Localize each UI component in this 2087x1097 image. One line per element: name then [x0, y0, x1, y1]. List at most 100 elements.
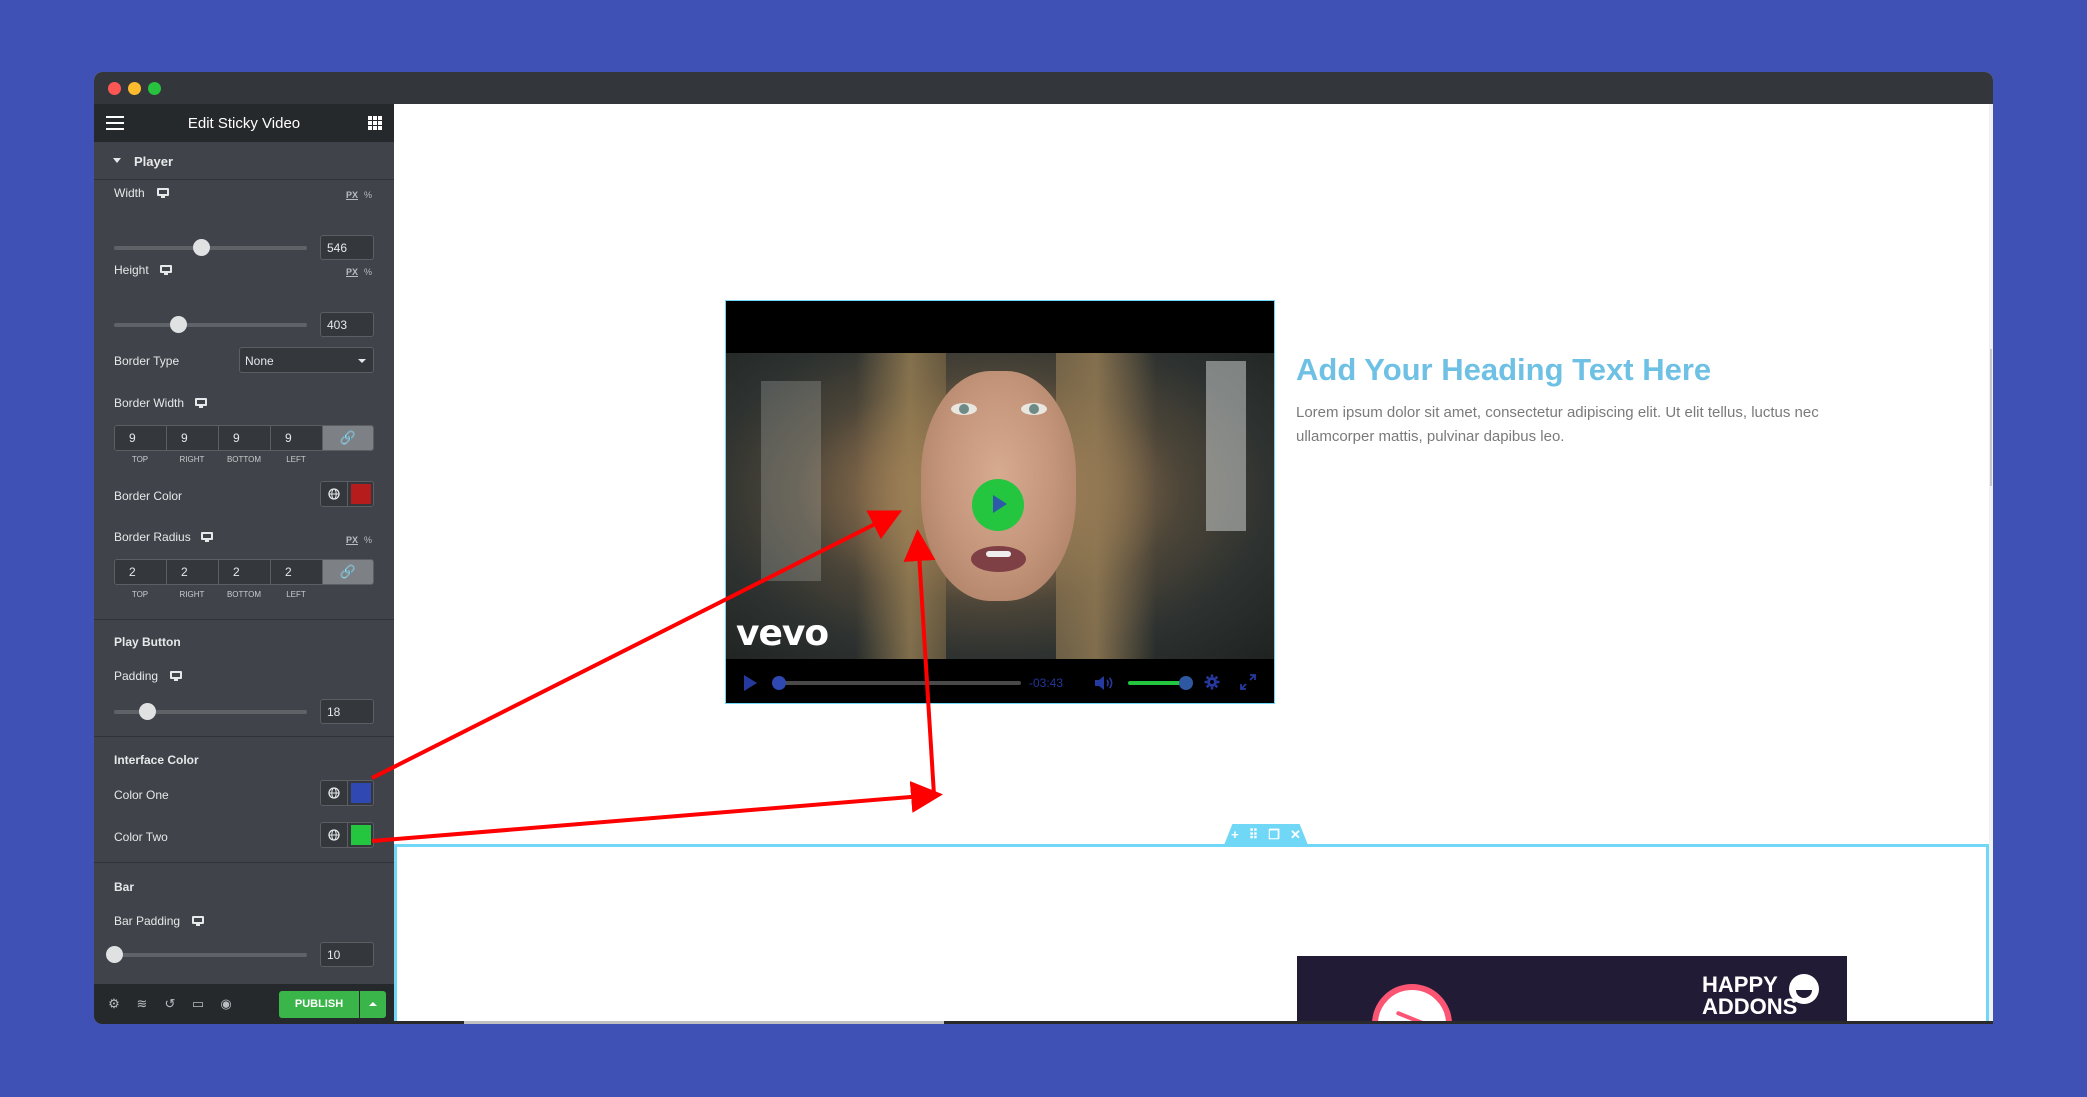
- unit-px[interactable]: PX: [346, 267, 358, 277]
- border-width-left[interactable]: 9: [271, 426, 323, 450]
- border-radius-top[interactable]: 2: [115, 560, 167, 584]
- settings-icon[interactable]: [1204, 674, 1220, 690]
- section-toggle-player[interactable]: Player: [94, 142, 394, 180]
- border-width-right[interactable]: 9: [167, 426, 219, 450]
- slider-thumb[interactable]: [192, 239, 210, 256]
- delete-section-icon[interactable]: ✕: [1290, 824, 1301, 845]
- unit-percent[interactable]: %: [364, 267, 372, 277]
- play-icon: [993, 495, 1007, 513]
- unit-percent[interactable]: %: [364, 190, 372, 200]
- border-width-dimensions: 9 9 9 9 🔗: [114, 425, 374, 451]
- play-padding-slider[interactable]: [114, 703, 307, 720]
- caret-down-icon: [113, 158, 121, 163]
- border-radius-side-labels: TOP RIGHT BOTTOM LEFT: [114, 590, 322, 599]
- responsive-desktop-icon[interactable]: [170, 671, 182, 681]
- volume-icon[interactable]: [1094, 675, 1114, 691]
- heading-widget[interactable]: Add Your Heading Text Here: [1296, 352, 1711, 388]
- width-units[interactable]: PX%: [346, 190, 372, 200]
- global-colors-icon[interactable]: [321, 482, 348, 506]
- height-slider[interactable]: [114, 316, 307, 333]
- video-subject-detail: [951, 403, 977, 415]
- fullscreen-icon[interactable]: [1240, 674, 1256, 690]
- big-play-button[interactable]: [972, 479, 1024, 531]
- color-one-label: Color One: [114, 788, 169, 802]
- border-width-bottom[interactable]: 9: [219, 426, 271, 450]
- color-one-swatch[interactable]: [348, 781, 373, 805]
- slider-thumb[interactable]: [169, 316, 187, 333]
- drag-section-icon[interactable]: ⠿: [1249, 824, 1259, 845]
- section-handle: + ⠿ ❐ ✕: [1224, 824, 1308, 845]
- clock-illustration: [1372, 984, 1452, 1024]
- volume-slider[interactable]: [1128, 676, 1193, 690]
- link-values-icon[interactable]: 🔗: [323, 560, 373, 584]
- minimize-window-button[interactable]: [128, 82, 141, 95]
- grid-icon[interactable]: [368, 116, 382, 130]
- bar-padding-slider[interactable]: [106, 946, 307, 963]
- sticky-video-widget[interactable]: vevo -03:43: [725, 300, 1275, 704]
- horizontal-scrollbar[interactable]: [394, 1021, 1993, 1024]
- border-type-label: Border Type: [114, 354, 180, 368]
- link-values-icon[interactable]: 🔗: [323, 426, 373, 450]
- vertical-scrollbar[interactable]: [1989, 104, 1993, 1024]
- padding-label: Padding: [114, 669, 159, 683]
- sidebar-header: Edit Sticky Video: [94, 104, 394, 142]
- border-color-swatch[interactable]: [348, 482, 373, 506]
- history-icon[interactable]: ↺: [162, 996, 178, 1012]
- play-button-heading: Play Button: [114, 635, 181, 649]
- progress-thumb[interactable]: [772, 676, 786, 690]
- width-input[interactable]: 546: [320, 235, 374, 260]
- color-two-control: [320, 822, 374, 848]
- responsive-icon[interactable]: ▭: [190, 996, 206, 1012]
- slider-thumb[interactable]: [106, 946, 123, 963]
- slider-thumb[interactable]: [138, 703, 156, 720]
- settings-icon[interactable]: ⚙: [106, 996, 122, 1012]
- progress-bar[interactable]: [772, 676, 1021, 690]
- width-slider[interactable]: [114, 239, 307, 256]
- global-colors-icon[interactable]: [321, 781, 348, 805]
- scrollbar-thumb[interactable]: [464, 1021, 944, 1024]
- unit-px[interactable]: PX: [346, 535, 358, 545]
- border-radius-left[interactable]: 2: [271, 560, 323, 584]
- panel-title: Edit Sticky Video: [187, 115, 301, 132]
- bar-heading: Bar: [114, 880, 135, 894]
- play-padding-input[interactable]: 18: [320, 699, 374, 724]
- border-width-side-labels: TOP RIGHT BOTTOM LEFT: [114, 455, 322, 464]
- layers-icon[interactable]: ≋: [134, 996, 150, 1012]
- close-window-button[interactable]: [108, 82, 121, 95]
- logo-line: ADDONS: [1702, 994, 1798, 1019]
- responsive-desktop-icon[interactable]: [157, 188, 169, 198]
- scrollbar-thumb[interactable]: [1990, 349, 1992, 486]
- video-background-detail: [761, 381, 821, 581]
- editor-window: Edit Sticky Video Player Width PX% 546 H…: [94, 72, 1993, 1024]
- preview-canvas: vevo -03:43 Add Your Heading Text Here L…: [394, 104, 1993, 1024]
- height-units[interactable]: PX%: [346, 267, 372, 277]
- sidebar-footer: ⚙ ≋ ↺ ▭ ◉ PUBLISH: [94, 984, 394, 1024]
- border-color-label: Border Color: [114, 489, 183, 503]
- border-radius-units[interactable]: PX%: [346, 535, 372, 545]
- border-radius-bottom[interactable]: 2: [219, 560, 271, 584]
- side-label: TOP: [131, 455, 149, 464]
- color-two-swatch[interactable]: [348, 823, 373, 847]
- text-editor-widget[interactable]: Lorem ipsum dolor sit amet, consectetur …: [1296, 401, 1836, 449]
- unit-px[interactable]: PX: [346, 190, 358, 200]
- duplicate-section-icon[interactable]: ❐: [1268, 824, 1280, 845]
- unit-percent[interactable]: %: [364, 535, 372, 545]
- preview-icon[interactable]: ◉: [218, 996, 234, 1012]
- maximize-window-button[interactable]: [148, 82, 161, 95]
- add-section-icon[interactable]: +: [1231, 824, 1239, 845]
- global-colors-icon[interactable]: [321, 823, 348, 847]
- responsive-desktop-icon[interactable]: [192, 916, 204, 926]
- border-radius-right[interactable]: 2: [167, 560, 219, 584]
- border-width-top[interactable]: 9: [115, 426, 167, 450]
- height-input[interactable]: 403: [320, 312, 374, 337]
- play-icon[interactable]: [744, 675, 757, 691]
- responsive-desktop-icon[interactable]: [201, 532, 213, 542]
- responsive-desktop-icon[interactable]: [160, 265, 172, 275]
- side-label: RIGHT: [179, 590, 205, 599]
- publish-button[interactable]: PUBLISH: [279, 991, 359, 1018]
- responsive-desktop-icon[interactable]: [195, 398, 207, 408]
- volume-thumb[interactable]: [1179, 676, 1193, 690]
- border-type-select[interactable]: None: [239, 347, 374, 373]
- bar-padding-input[interactable]: 10: [320, 942, 374, 967]
- publish-options-button[interactable]: [360, 991, 386, 1018]
